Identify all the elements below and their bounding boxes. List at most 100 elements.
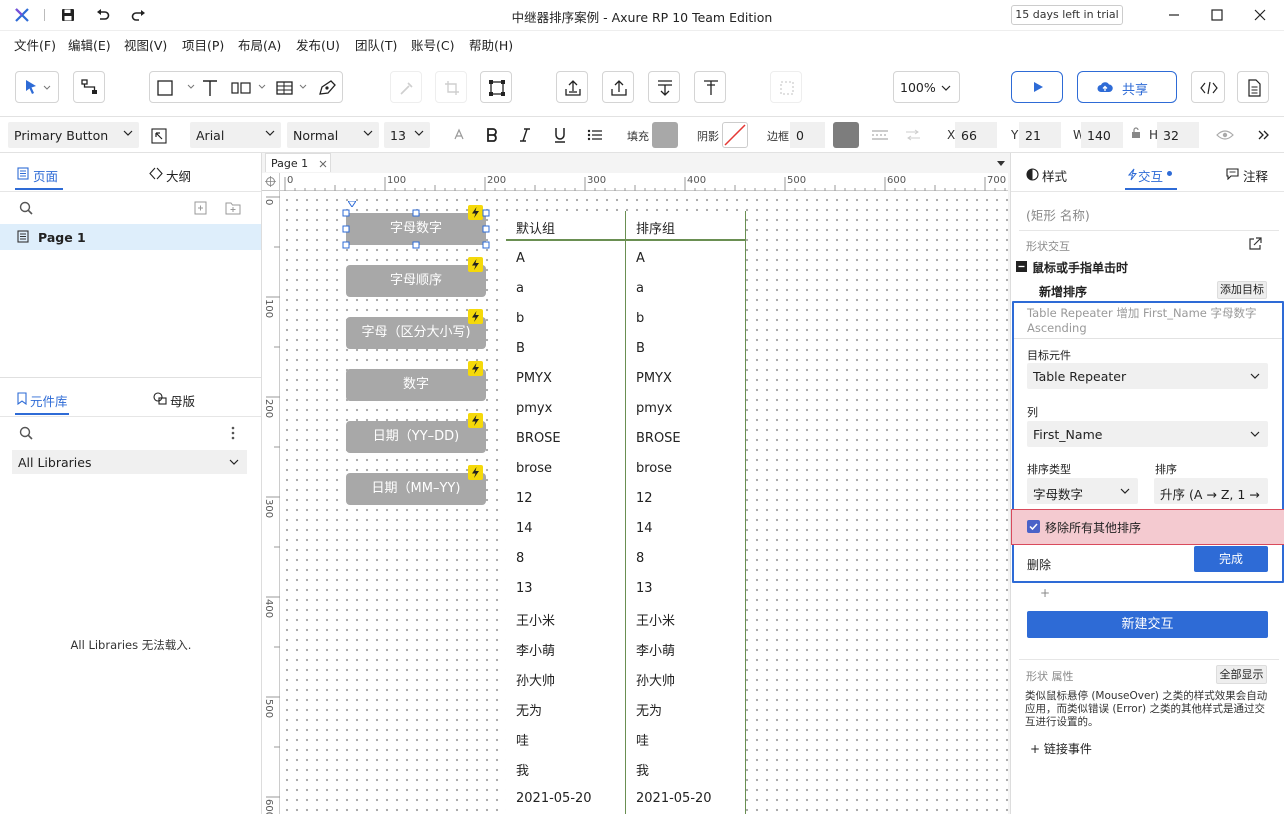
widget-style-select[interactable]: Primary Button — [8, 122, 139, 148]
point-edit-button[interactable] — [480, 71, 512, 103]
bring-to-front-button[interactable] — [602, 71, 634, 103]
sort-button-date-mm-yy[interactable]: 日期（MM–YY) — [346, 473, 486, 505]
crop-button[interactable] — [435, 71, 467, 103]
minimize-icon[interactable] — [1167, 8, 1181, 22]
send-to-back-button[interactable] — [556, 71, 588, 103]
open-external-icon[interactable] — [1248, 237, 1262, 251]
expand-format-icon[interactable] — [1257, 128, 1271, 142]
connector-tool-button[interactable] — [73, 71, 105, 103]
sort-button-number[interactable]: 数字 — [346, 369, 486, 401]
border-color-swatch[interactable] — [833, 122, 859, 148]
more-options-icon[interactable] — [231, 426, 235, 440]
sort-button-case-sensitive[interactable]: 字母（区分大小写) — [346, 317, 486, 349]
lock-ratio-icon[interactable] — [1131, 127, 1141, 139]
repeater-sorted-group[interactable]: 排序组 A a b B PMYX pmyx BROSE brose 12 14 … — [626, 211, 746, 814]
border-width-input[interactable]: 0 — [790, 122, 825, 148]
target-select[interactable]: Table Repeater — [1027, 363, 1268, 389]
select-tool-button[interactable] — [15, 71, 59, 103]
library-search-icon[interactable] — [19, 426, 33, 440]
add-folder-icon[interactable] — [225, 201, 241, 215]
link-event-button[interactable]: + 链接事件 — [1030, 740, 1092, 757]
italic-icon[interactable] — [519, 127, 531, 143]
delete-link[interactable]: 删除 — [1027, 556, 1051, 573]
bold-icon[interactable] — [485, 127, 499, 143]
menu-layout[interactable]: 布局(A) — [238, 35, 281, 54]
font-color-icon[interactable] — [452, 128, 466, 142]
tab-interaction[interactable]: 交互 — [1138, 166, 1163, 185]
tab-masters[interactable]: 母版 — [170, 391, 195, 410]
interaction-bolt-icon[interactable] — [468, 361, 483, 376]
action-label[interactable]: 新增排序 — [1039, 283, 1087, 300]
remove-others-checkbox[interactable] — [1027, 520, 1040, 533]
shadow-swatch[interactable] — [722, 122, 748, 148]
fill-color-swatch[interactable] — [652, 122, 678, 148]
interaction-bolt-icon[interactable] — [468, 309, 483, 324]
interaction-bolt-icon[interactable] — [468, 257, 483, 272]
add-target-button[interactable]: 添加目标 — [1217, 281, 1267, 299]
trial-badge[interactable]: 15 days left in trial — [1011, 5, 1123, 25]
style-manager-icon[interactable] — [151, 128, 167, 144]
preview-button[interactable] — [1011, 71, 1063, 103]
w-input[interactable]: 140 — [1081, 122, 1123, 148]
arrow-style-icon[interactable] — [905, 129, 921, 141]
menu-edit[interactable]: 编辑(E) — [68, 35, 111, 54]
visibility-icon[interactable] — [1216, 129, 1234, 141]
tabs-dropdown-icon[interactable] — [996, 160, 1006, 167]
interaction-bolt-icon[interactable] — [468, 465, 483, 480]
sort-button-alphabetic[interactable]: 字母顺序 — [346, 265, 486, 297]
eyedropper-button[interactable] — [390, 71, 422, 103]
sort-order-select[interactable]: 升序 (A → Z, 1 → — [1154, 478, 1268, 504]
menu-help[interactable]: 帮助(H) — [469, 35, 513, 54]
maximize-icon[interactable] — [1210, 8, 1224, 22]
tab-style[interactable]: 样式 — [1042, 166, 1067, 185]
document-button[interactable] — [1237, 71, 1269, 103]
font-weight-select[interactable]: Normal — [287, 122, 379, 148]
repeater-default-group[interactable]: 默认组 A a b B PMYX pmyx BROSE brose 12 14 … — [506, 211, 626, 814]
library-select[interactable]: All Libraries — [12, 450, 247, 474]
group-button[interactable] — [648, 71, 680, 103]
share-button[interactable]: 共享 — [1077, 71, 1177, 103]
rotate-handle-icon[interactable] — [348, 201, 356, 207]
tab-outline[interactable]: 大纲 — [166, 166, 191, 185]
menu-publish[interactable]: 发布(U) — [296, 35, 340, 54]
menu-view[interactable]: 视图(V) — [124, 35, 167, 54]
add-action-plus[interactable]: + — [1040, 586, 1050, 600]
line-style-icon[interactable] — [871, 129, 889, 141]
menu-team[interactable]: 团队(T) — [355, 35, 397, 54]
show-all-button[interactable]: 全部显示 — [1216, 665, 1267, 684]
search-icon[interactable] — [19, 201, 33, 215]
collapse-event-icon[interactable] — [1016, 261, 1027, 272]
distribute-button[interactable] — [770, 71, 802, 103]
underline-icon[interactable] — [553, 127, 567, 143]
remove-others-label[interactable]: 移除所有其他排序 — [1045, 519, 1141, 536]
event-label[interactable]: 鼠标或手指单击时 — [1032, 259, 1128, 276]
sort-button-date-yy-dd[interactable]: 日期（YY–DD) — [346, 421, 486, 453]
x-input[interactable]: 66 — [955, 122, 997, 148]
interaction-bolt-icon[interactable] — [468, 413, 483, 428]
add-page-icon[interactable] — [194, 201, 207, 215]
close-icon[interactable] — [1253, 8, 1267, 22]
font-size-select[interactable]: 13 — [384, 122, 430, 148]
done-button[interactable]: 完成 — [1194, 546, 1268, 572]
new-interaction-button[interactable]: 新建交互 — [1027, 611, 1268, 638]
zoom-select[interactable]: 100% — [893, 71, 960, 103]
shape-name-input[interactable]: (矩形 名称) — [1026, 205, 1090, 224]
sort-type-select[interactable]: 字母数字 — [1027, 478, 1138, 504]
column-select[interactable]: First_Name — [1027, 421, 1268, 447]
page-tab[interactable]: Page 1 — [265, 153, 331, 172]
bullet-list-icon[interactable] — [587, 128, 603, 142]
tab-pages[interactable]: 页面 — [33, 166, 58, 185]
align-button[interactable] — [694, 71, 726, 103]
h-input[interactable]: 32 — [1157, 122, 1199, 148]
y-input[interactable]: 21 — [1019, 122, 1061, 148]
page-tab-close-icon[interactable] — [319, 160, 327, 168]
tab-library[interactable]: 元件库 — [30, 391, 68, 410]
menu-file[interactable]: 文件(F) — [14, 35, 56, 54]
font-family-select[interactable]: Arial — [190, 122, 281, 148]
tab-notes[interactable]: 注释 — [1243, 166, 1268, 185]
page-item-page-1[interactable]: Page 1 — [0, 224, 261, 250]
menu-project[interactable]: 项目(P) — [182, 35, 224, 54]
menu-account[interactable]: 账号(C) — [411, 35, 454, 54]
code-button[interactable] — [1191, 71, 1225, 103]
resize-handles[interactable] — [342, 209, 490, 249]
